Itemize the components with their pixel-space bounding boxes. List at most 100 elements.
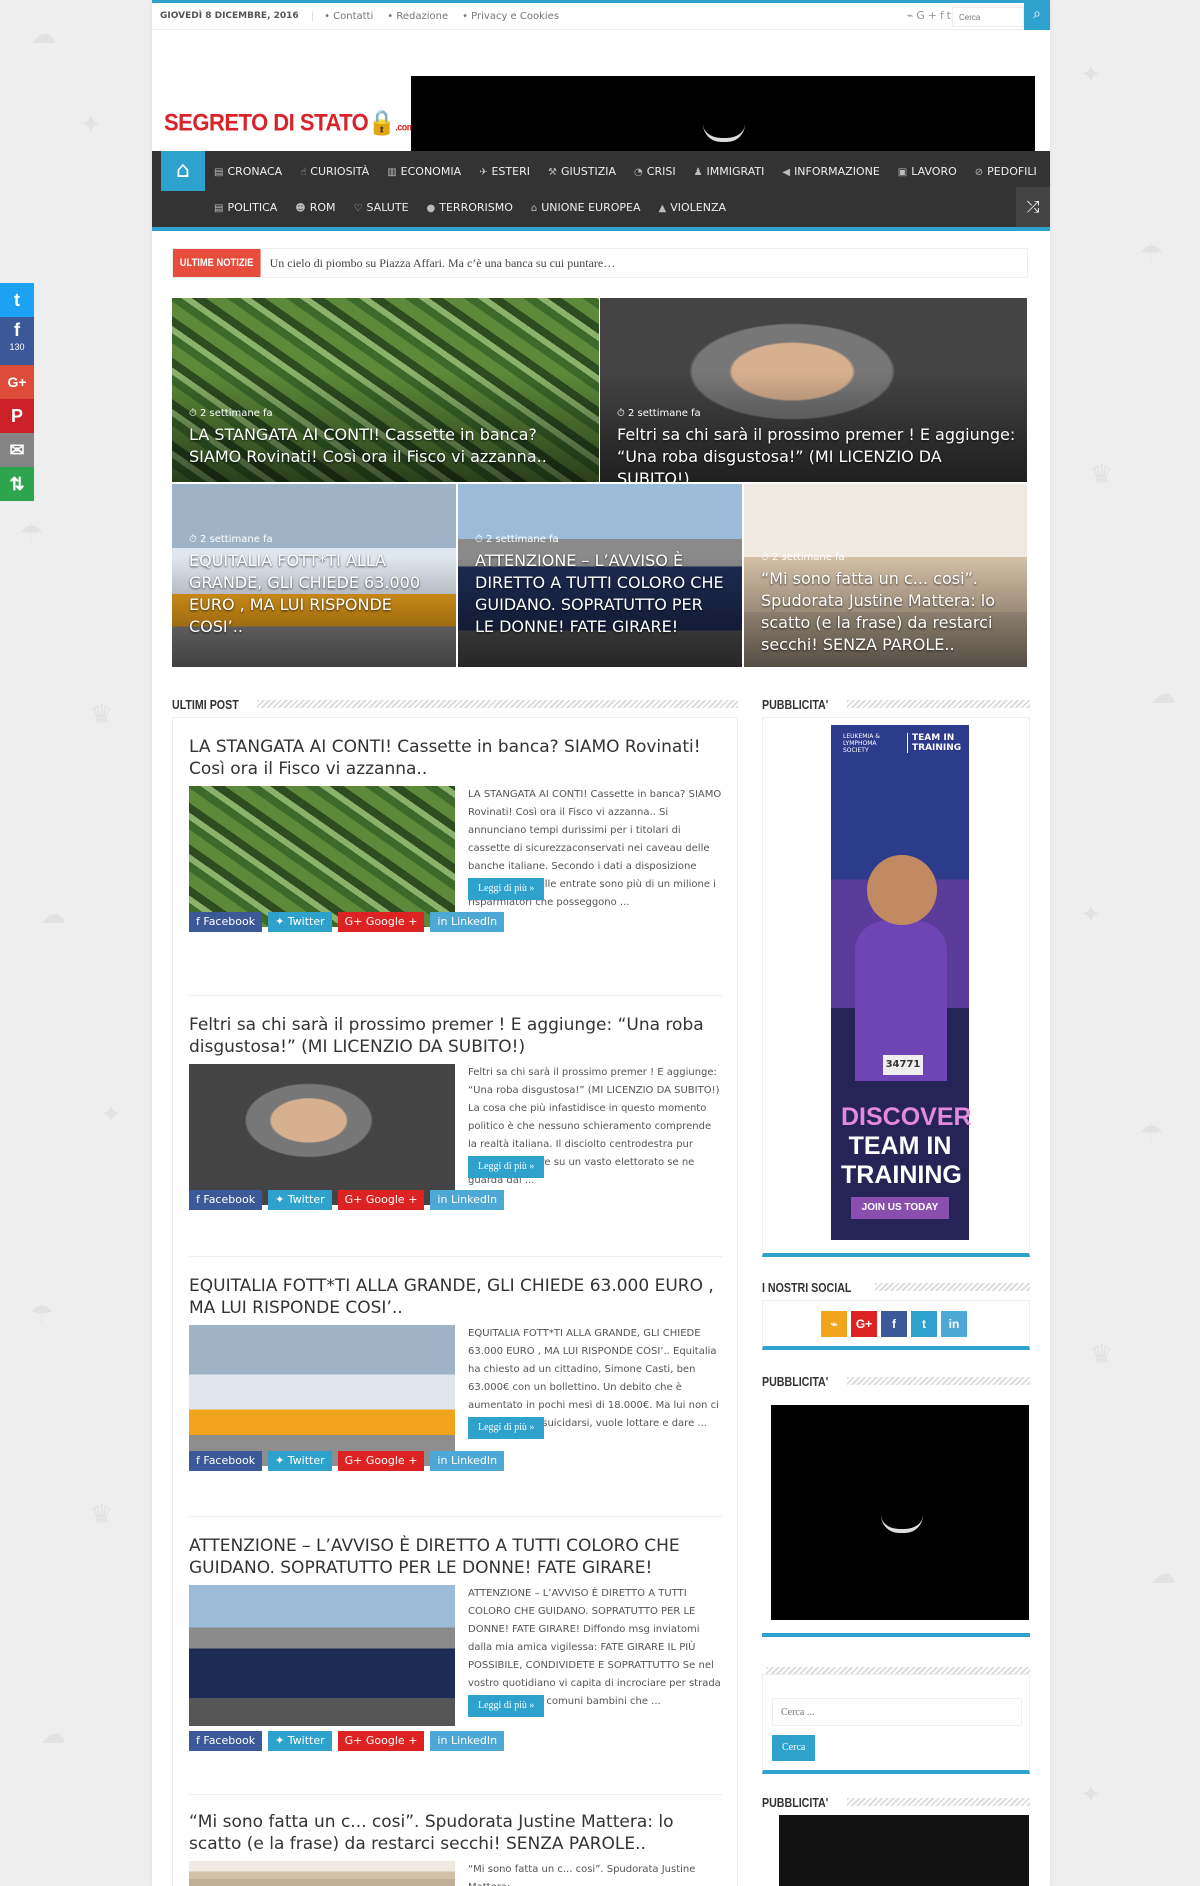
read-more-button[interactable]: Leggi di più » (468, 1417, 545, 1439)
pinterest-share-icon[interactable]: P (0, 399, 34, 433)
heading-stripes (846, 1377, 1030, 1385)
sidebar-search-input[interactable] (772, 1698, 1022, 1726)
twitter-share-icon[interactable]: t (0, 283, 34, 317)
top-link-privacy[interactable]: • Privacy e Cookies (462, 11, 559, 22)
linkedin-share-button[interactable]: in LinkedIn (430, 1190, 505, 1210)
slide-title: LA STANGATA AI CONTI! Cassette in banca?… (189, 425, 547, 466)
google-plus-share-icon[interactable]: G+ (0, 365, 34, 399)
nav-item-politica[interactable]: ▤ POLITICA (214, 201, 277, 214)
post-thumbnail[interactable] (189, 1861, 455, 1886)
rss-icon[interactable]: ⌁ (907, 9, 917, 22)
facebook-share-button[interactable]: f Facebook (189, 1731, 263, 1751)
team-in-training-ad[interactable]: LEUKEMIA & LYMPHOMA SOCIETY TEAM IN TRAI… (831, 725, 972, 1240)
email-share-icon[interactable]: ✉ (0, 433, 34, 467)
twitter-share-button[interactable]: ✦ Twitter (268, 1190, 332, 1210)
cloud-doodle-icon: ☁ (1150, 680, 1176, 710)
facebook-share-button[interactable]: f Facebook (189, 912, 263, 932)
facebook-share-button[interactable]: f Facebook (189, 1451, 263, 1471)
google-plus-icon[interactable]: G+ (916, 9, 940, 22)
facebook-share-button[interactable]: f 130 (0, 317, 34, 365)
nav-item-economia[interactable]: ▥ ECONOMIA (387, 165, 461, 178)
nav-item-cronaca[interactable]: ▤ CRONACA (214, 165, 282, 178)
bottom-sidebar-ad[interactable] (779, 1815, 1029, 1886)
top-link-contatti[interactable]: • Contatti (324, 11, 373, 22)
breaking-news-ticker[interactable]: Un cielo di piombo su Piazza Affari. Ma … (270, 256, 616, 271)
nav-item-esteri[interactable]: ✈ ESTERI (479, 165, 530, 178)
post-share-buttons: f Facebook ✦ Twitter G+ Google + in Link… (189, 1731, 510, 1751)
facebook-icon[interactable]: f (940, 9, 947, 22)
linkedin-share-button[interactable]: in LinkedIn (430, 1731, 505, 1751)
ad-heading-1: PUBBLICITA' (762, 694, 1030, 714)
video-ad-player[interactable] (771, 1405, 1029, 1620)
twitter-share-button[interactable]: ✦ Twitter (268, 1731, 332, 1751)
nav-item-rom[interactable]: ☻ ROM (295, 201, 335, 214)
featured-slide-5[interactable]: ⏱ 2 settimane fa “Mi sono fatta un c... … (744, 484, 1027, 667)
home-icon[interactable]: ⌂ (161, 151, 205, 191)
post-thumbnail[interactable] (189, 786, 455, 927)
linkedin-share-button[interactable]: in LinkedIn (430, 1451, 505, 1471)
nav-item-curiosita[interactable]: ☝ CURIOSITÀ (300, 165, 369, 178)
google-plus-share-button[interactable]: G+ Google + (337, 1731, 425, 1751)
header-banner-ad[interactable] (411, 76, 1035, 153)
facebook-icon[interactable]: f (881, 1311, 907, 1337)
briefcase-icon: ▣ (897, 167, 908, 178)
google-plus-share-button[interactable]: G+ Google + (337, 912, 425, 932)
linkedin-icon[interactable]: in (941, 1311, 967, 1337)
nav-item-violenza[interactable]: ▲ VIOLENZA (659, 201, 727, 214)
nav-item-crisi[interactable]: ◔ CRISI (634, 165, 676, 178)
post-title[interactable]: EQUITALIA FOTT*TI ALLA GRANDE, GLI CHIED… (189, 1276, 714, 1318)
twitter-icon: ✦ (275, 1734, 288, 1747)
crown-doodle-icon: ♛ (1090, 460, 1114, 490)
featured-slide-3[interactable]: ⏱ 2 settimane fa EQUITALIA FOTT*TI ALLA … (172, 484, 456, 667)
sidebar-search-button[interactable]: Cerca (772, 1735, 816, 1761)
search-icon[interactable]: ⌕ (1024, 0, 1050, 30)
nav-item-terrorismo[interactable]: ● TERRORISMO (427, 201, 513, 214)
post-thumbnail[interactable] (189, 1585, 455, 1726)
post-title[interactable]: ATTENZIONE – L’AVVISO È DIRETTO A TUTTI … (189, 1536, 680, 1578)
nav-item-lavoro[interactable]: ▣ LAVORO (898, 165, 957, 178)
post-item: LA STANGATA AI CONTI! Cassette in banca?… (189, 736, 722, 932)
ad-widget-2 (762, 1392, 1030, 1637)
google-plus-share-button[interactable]: G+ Google + (337, 1190, 425, 1210)
umbrella-doodle-icon: ☂ (1140, 1120, 1164, 1150)
more-share-icon[interactable]: ⇅ (0, 467, 34, 501)
nav-item-salute[interactable]: ♡ SALUTE (354, 201, 409, 214)
featured-slide-4[interactable]: ⏱ 2 settimane fa ATTENZIONE – L’AVVISO È… (458, 484, 742, 667)
featured-slide-2[interactable]: ⏱ 2 settimane fa Feltri sa chi sarà il p… (600, 298, 1027, 482)
section-title: PUBBLICITA' (762, 1373, 829, 1389)
cloud-doodle-icon: ☁ (1150, 1560, 1176, 1590)
section-title: ULTIMI POST (172, 696, 239, 712)
nav-item-giustizia[interactable]: ⚒ GIUSTIZIA (548, 165, 616, 178)
linkedin-share-button[interactable]: in LinkedIn (430, 912, 505, 932)
twitter-share-button[interactable]: ✦ Twitter (268, 1451, 332, 1471)
twitter-share-button[interactable]: ✦ Twitter (268, 912, 332, 932)
featured-slide-1[interactable]: ⏱ 2 settimane fa LA STANGATA AI CONTI! C… (172, 298, 599, 482)
chart-icon: ▥ (387, 167, 397, 178)
nav-item-unione-europea[interactable]: ⌂ UNIONE EUROPEA (531, 201, 641, 214)
read-more-button[interactable]: Leggi di più » (468, 1156, 545, 1178)
ad-cta-button[interactable]: JOIN US TODAY (851, 1197, 949, 1219)
megaphone-icon: ◀ (782, 167, 791, 178)
read-more-button[interactable]: Leggi di più » (468, 1695, 545, 1717)
twitter-icon[interactable]: t (911, 1311, 937, 1337)
nav-item-immigrati[interactable]: ♟ IMMIGRATI (694, 165, 765, 178)
runner-bib: 34771 (883, 1055, 923, 1075)
top-link-redazione[interactable]: • Redazione (387, 11, 448, 22)
google-plus-share-button[interactable]: G+ Google + (337, 1451, 425, 1471)
nav-item-pedofili[interactable]: ⊘ PEDOFILI (975, 165, 1037, 178)
ad-org-name: LEUKEMIA & LYMPHOMA SOCIETY (843, 733, 880, 754)
random-post-shuffle-icon[interactable]: ⤮ (1016, 187, 1050, 227)
post-thumbnail[interactable] (189, 1064, 455, 1205)
google-plus-icon[interactable]: G+ (851, 1311, 877, 1337)
read-more-button[interactable]: Leggi di più » (468, 878, 545, 900)
site-logo[interactable]: SEGRETO DI STATO🔒.com (164, 109, 415, 138)
rss-icon[interactable]: ⌁ (821, 1311, 847, 1337)
facebook-share-button[interactable]: f Facebook (189, 1190, 263, 1210)
post-thumbnail[interactable] (189, 1325, 455, 1466)
top-search-input[interactable] (952, 7, 1024, 27)
nav-item-informazione[interactable]: ◀ INFORMAZIONE (782, 165, 879, 178)
post-title[interactable]: “Mi sono fatta un c... cosi”. Spudorata … (189, 1812, 674, 1854)
post-title[interactable]: Feltri sa chi sarà il prossimo premer ! … (189, 1015, 704, 1057)
cloud-doodle-icon: ☁ (30, 20, 56, 50)
post-title[interactable]: LA STANGATA AI CONTI! Cassette in banca?… (189, 737, 701, 779)
